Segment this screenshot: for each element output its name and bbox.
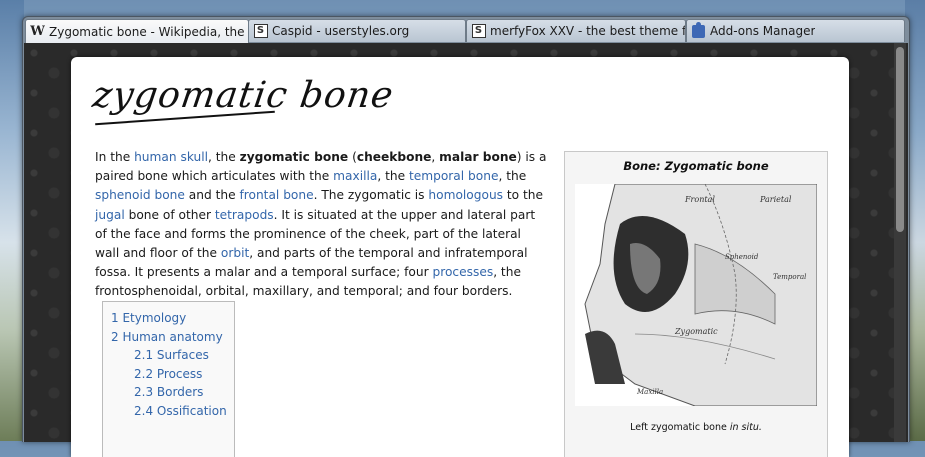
skull-illustration[interactable]: Frontal Parietal Sphenoid Temporal Zygom… (575, 184, 817, 406)
infobox-caption: Left zygomatic bone in situ. (630, 422, 762, 433)
toc-item-ossification[interactable]: 2.4 Ossification (111, 402, 234, 421)
link-frontal-bone[interactable]: frontal bone (239, 188, 313, 202)
tab-label: Add-ons Manager (710, 24, 816, 38)
page-title: zygomatic bone (90, 75, 397, 116)
link-orbit[interactable]: orbit (221, 246, 249, 260)
desktop-background-left (0, 0, 24, 441)
scrollbar[interactable] (894, 43, 906, 442)
label-zygomatic: Zygomatic (674, 327, 718, 336)
userstyles-icon: S (471, 24, 486, 39)
link-human-skull[interactable]: human skull (134, 150, 208, 164)
scrollbar-thumb[interactable] (896, 47, 904, 232)
toc-item-process[interactable]: 2.2 Process (111, 365, 234, 384)
link-homologous[interactable]: homologous (428, 188, 503, 202)
label-frontal: Frontal (684, 195, 715, 204)
link-maxilla[interactable]: maxilla (333, 169, 377, 183)
link-sphenoid-bone[interactable]: sphenoid bone (95, 188, 185, 202)
tab-label: Zygomatic bone - Wikipedia, the fr... (49, 24, 248, 39)
puzzle-icon (691, 21, 706, 39)
userstyles-icon: S (253, 24, 268, 39)
intro-paragraph: In the human skull, the zygomatic bone (… (95, 150, 547, 299)
browser-window: W Zygomatic bone - Wikipedia, the fr... … (22, 16, 910, 457)
toc-item-borders[interactable]: 2.3 Borders (111, 383, 234, 402)
tab-bar: W Zygomatic bone - Wikipedia, the fr... … (23, 19, 909, 43)
label-maxilla: Maxilla (636, 388, 663, 396)
label-temporal: Temporal (773, 273, 806, 281)
link-temporal-bone[interactable]: temporal bone (409, 169, 499, 183)
content-area: zygomatic bone In the human skull, the z… (24, 43, 908, 457)
toc-item-surfaces[interactable]: 2.1 Surfaces (111, 346, 234, 365)
wikipedia-icon: W (30, 24, 45, 39)
infobox: Bone: Zygomatic bone Frontal Parietal Sp… (564, 151, 828, 457)
link-processes[interactable]: processes (433, 265, 494, 279)
link-tetrapods[interactable]: tetrapods (215, 208, 274, 222)
link-jugal[interactable]: jugal (95, 208, 125, 222)
tab-label: merfyFox XXV - the best theme for ... (490, 24, 685, 38)
toc-item-etymology[interactable]: 1 Etymology (111, 309, 234, 328)
tab-zygomatic-bone[interactable]: W Zygomatic bone - Wikipedia, the fr... (25, 19, 249, 43)
tab-caspid[interactable]: S Caspid - userstyles.org (248, 19, 466, 42)
tab-label: Caspid - userstyles.org (272, 24, 410, 38)
toc-item-human-anatomy[interactable]: 2 Human anatomy (111, 328, 234, 347)
label-sphenoid: Sphenoid (725, 253, 759, 261)
tab-merfyfox[interactable]: S merfyFox XXV - the best theme for ... (466, 19, 686, 42)
infobox-title: Bone: Zygomatic bone (623, 159, 769, 173)
table-of-contents: 1 Etymology 2 Human anatomy 2.1 Surfaces… (102, 301, 235, 457)
tab-addons-manager[interactable]: Add-ons Manager (686, 19, 905, 42)
article-page: zygomatic bone In the human skull, the z… (71, 57, 849, 457)
label-parietal: Parietal (759, 195, 792, 204)
